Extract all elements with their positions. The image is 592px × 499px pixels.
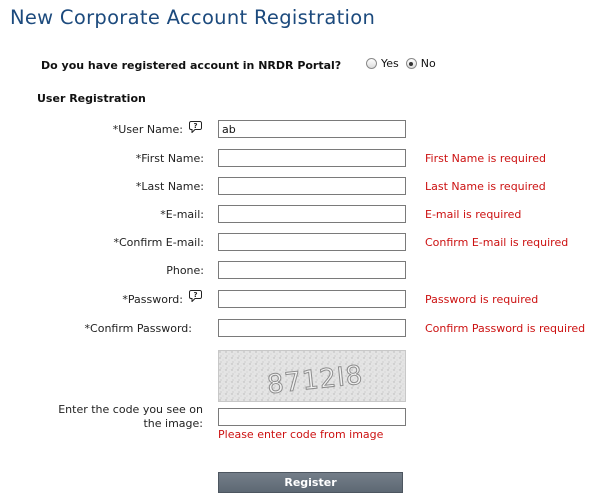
last-name-label: *Last Name: [135, 180, 204, 193]
phone-input[interactable] [218, 261, 406, 279]
section-title: User Registration [37, 92, 146, 105]
registered-question: Do you have registered account in NRDR P… [41, 59, 342, 72]
password-help-icon[interactable]: ? [189, 290, 202, 302]
password-error: Password is required [425, 293, 539, 306]
register-button[interactable]: Register [218, 472, 403, 493]
radio-no-label[interactable]: No [421, 57, 436, 70]
confirm-email-label: *Confirm E-mail: [113, 236, 204, 249]
password-input[interactable] [218, 290, 406, 308]
first-name-error: First Name is required [425, 152, 546, 165]
page-title: New Corporate Account Registration [10, 6, 376, 29]
radio-no[interactable] [405, 58, 417, 69]
email-error: E-mail is required [425, 208, 522, 221]
last-name-error: Last Name is required [425, 180, 546, 193]
svg-text:?: ? [193, 122, 197, 130]
captcha-label: Enter the code you see on the image: [58, 403, 203, 430]
captcha-input[interactable] [218, 408, 406, 426]
radio-yes[interactable] [366, 58, 377, 69]
user-name-input[interactable] [218, 120, 406, 138]
confirm-email-error: Confirm E-mail is required [425, 236, 569, 249]
first-name-input[interactable] [218, 149, 406, 167]
phone-label: Phone: [166, 264, 204, 277]
first-name-label: *First Name: [135, 152, 204, 165]
registered-radio-group: Yes No [366, 57, 443, 70]
confirm-password-error: Confirm Password is required [425, 322, 586, 335]
email-label: *E-mail: [160, 208, 204, 221]
user-name-label: *User Name: [112, 123, 183, 136]
confirm-email-input[interactable] [218, 233, 406, 251]
radio-yes-label[interactable]: Yes [381, 57, 399, 70]
confirm-password-input[interactable] [218, 319, 406, 337]
captcha-error: Please enter code from image [218, 428, 384, 441]
confirm-password-label: *Confirm Password: [84, 322, 192, 335]
user-name-help-icon[interactable]: ? [189, 121, 202, 133]
password-label: *Password: [122, 293, 183, 306]
email-input[interactable] [218, 205, 406, 223]
last-name-input[interactable] [218, 177, 406, 195]
captcha-image: 8712I8 [218, 350, 406, 402]
svg-text:?: ? [193, 291, 197, 299]
